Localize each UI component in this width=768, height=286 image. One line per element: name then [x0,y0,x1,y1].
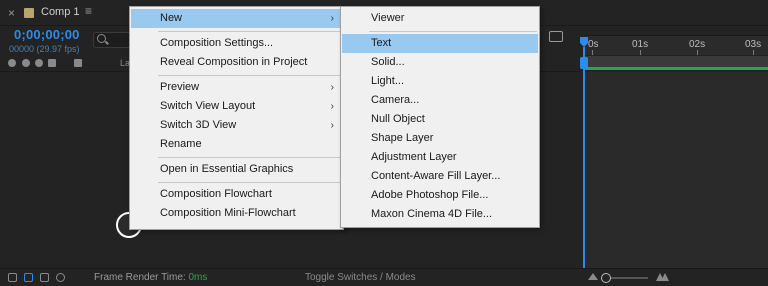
submenu-item-camera[interactable]: Camera... [342,91,538,110]
work-area-start-handle[interactable] [580,57,588,69]
menu-item-new[interactable]: New › [131,9,342,28]
search-icon [97,34,106,43]
work-area-bar[interactable] [584,56,768,70]
context-menu: New › Composition Settings... Reveal Comp… [129,6,344,230]
menu-separator [158,75,341,76]
chevron-right-icon: › [330,120,334,131]
submenu-item-solid[interactable]: Solid... [342,53,538,72]
ruler-tick [592,50,593,55]
status-bar: Frame Render Time: 0ms Toggle Switches /… [0,268,768,286]
tab-close-icon[interactable]: × [8,6,15,20]
audio-switch-icon[interactable] [22,59,30,67]
time-ruler[interactable]: 0s 01s 02s 03s [584,35,768,55]
menu-separator [369,31,537,32]
menu-item-composition-settings[interactable]: Composition Settings... [131,34,342,53]
submenu-item-light[interactable]: Light... [342,72,538,91]
label-tag-icon[interactable] [74,59,82,67]
menu-item-switch-view-layout[interactable]: Switch View Layout › [131,97,342,116]
toggle-switches-modes-button[interactable]: Toggle Switches / Modes [305,272,416,283]
menu-item-preview[interactable]: Preview › [131,78,342,97]
ruler-tick [753,50,754,55]
layer-switches-icon[interactable] [8,273,17,282]
render-time-icon[interactable] [56,273,65,282]
ruler-tick [640,50,641,55]
chevron-right-icon: › [330,101,334,112]
current-time-display[interactable]: 0;00;00;00 [14,27,80,42]
panel-menu-icon[interactable]: ≡ [85,4,92,18]
menu-item-open-essential-graphics[interactable]: Open in Essential Graphics [131,160,342,179]
menu-item-reveal-composition[interactable]: Reveal Composition in Project [131,53,342,72]
tab-title[interactable]: Comp 1 [41,6,80,18]
submenu-item-adjustment-layer[interactable]: Adjustment Layer [342,148,538,167]
current-time-indicator-line[interactable] [583,47,585,268]
comp-mini-flowchart-icon[interactable] [549,31,563,42]
layer-search-input[interactable] [93,32,133,48]
ruler-tick [697,50,698,55]
menu-separator [158,182,341,183]
menu-item-switch-3d-view[interactable]: Switch 3D View › [131,116,342,135]
zoom-out-icon[interactable] [588,273,598,280]
submenu-item-photoshop-file[interactable]: Adobe Photoshop File... [342,186,538,205]
ruler-label: 02s [689,39,706,50]
chevron-right-icon: › [330,82,334,93]
submenu-item-text[interactable]: Text [342,34,538,53]
composition-panel: × Comp 1 ≡ 0;00;00;00 00000 (29.97 fps) … [0,0,768,286]
menu-separator [158,157,341,158]
submenu-item-cinema-4d-file[interactable]: Maxon Cinema 4D File... [342,205,538,224]
submenu-item-null-object[interactable]: Null Object [342,110,538,129]
menu-item-composition-flowchart[interactable]: Composition Flowchart [131,185,342,204]
frame-rate-readout: 00000 (29.97 fps) [9,44,80,54]
new-submenu: Viewer Text Solid... Light... Camera... … [340,6,540,228]
frame-render-time-value: 0ms [188,272,208,283]
ruler-label: 0s [588,39,599,50]
zoom-slider-knob[interactable] [601,273,611,283]
menu-item-composition-mini-flowchart[interactable]: Composition Mini-Flowchart [131,204,342,223]
frame-render-time-label: Frame Render Time: 0ms [94,272,208,283]
ruler-label: 03s [745,39,762,50]
video-switch-icon[interactable] [8,59,16,67]
submenu-item-viewer[interactable]: Viewer [342,9,538,28]
solo-switch-icon[interactable] [35,59,43,67]
lock-icon[interactable] [48,59,56,67]
menu-item-rename[interactable]: Rename [131,135,342,154]
transfer-controls-icon[interactable] [24,273,33,282]
zoom-in-icon[interactable] [656,272,670,281]
submenu-item-shape-layer[interactable]: Shape Layer [342,129,538,148]
in-out-icon[interactable] [40,273,49,282]
submenu-item-content-aware-fill-layer[interactable]: Content-Aware Fill Layer... [342,167,538,186]
menu-separator [158,31,341,32]
timeline-track-area[interactable] [584,72,768,268]
comp-label-color-icon [24,8,34,18]
work-area-range[interactable] [584,67,768,70]
chevron-right-icon: › [330,13,334,24]
ruler-label: 01s [632,39,649,50]
